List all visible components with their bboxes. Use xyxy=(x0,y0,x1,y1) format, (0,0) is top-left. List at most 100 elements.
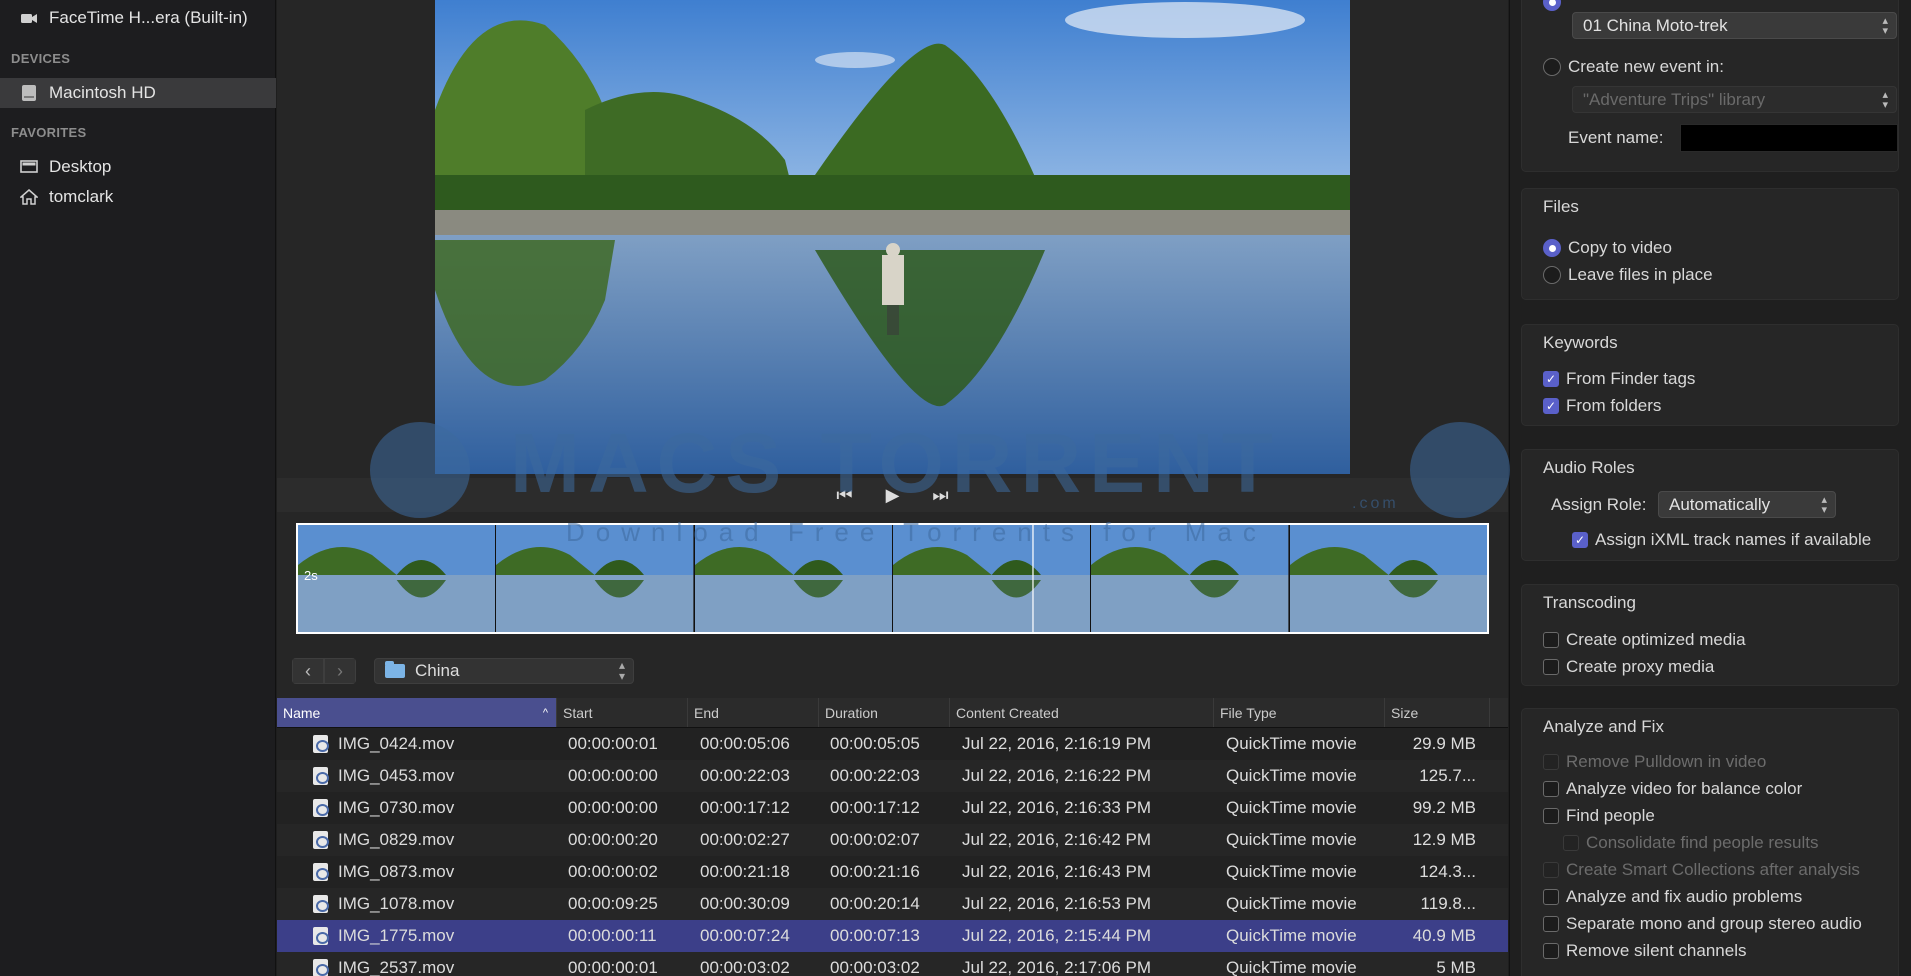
back-button[interactable]: ‹ xyxy=(292,658,324,684)
column-header-duration[interactable]: Duration xyxy=(819,698,950,727)
filmstrip-frame[interactable] xyxy=(1289,525,1487,632)
filmstrip-frame[interactable] xyxy=(694,525,893,632)
finder-tags-option[interactable]: ✓ From Finder tags xyxy=(1543,369,1695,389)
remove-pulldown-option: Remove Pulldown in video xyxy=(1543,752,1766,772)
transcoding-title: Transcoding xyxy=(1543,593,1636,612)
forward-button[interactable]: › xyxy=(324,658,356,684)
cell-duration: 00:00:07:13 xyxy=(830,926,920,945)
column-header-content-created[interactable]: Content Created xyxy=(950,698,1214,727)
folders-checkbox[interactable]: ✓ xyxy=(1543,398,1559,414)
column-header-name[interactable]: Name ^ xyxy=(277,698,557,727)
cell-duration: 00:00:03:02 xyxy=(830,958,920,976)
copy-to-video-option[interactable]: Copy to video xyxy=(1543,238,1672,258)
find-people-checkbox[interactable] xyxy=(1543,808,1559,824)
leave-files-radio[interactable] xyxy=(1543,266,1561,284)
camera-icon xyxy=(19,9,39,27)
filmstrip[interactable] xyxy=(296,523,1489,634)
proxy-media-checkbox[interactable] xyxy=(1543,659,1559,675)
sidebar-item-camera[interactable]: FaceTime H...era (Built-in) xyxy=(0,3,276,33)
filmstrip-frame[interactable] xyxy=(298,525,497,632)
table-row-selected[interactable]: IMG_1775.mov 00:00:00:11 00:00:07:24 00:… xyxy=(277,920,1508,952)
keywords-title: Keywords xyxy=(1543,333,1618,352)
filmstrip-frame[interactable] xyxy=(496,525,695,632)
event-name-field[interactable] xyxy=(1680,124,1898,152)
filmstrip-frame[interactable] xyxy=(1091,525,1290,632)
event-name-label: Event name: xyxy=(1568,128,1664,147)
find-people-option[interactable]: Find people xyxy=(1543,806,1655,826)
sidebar: FaceTime H...era (Built-in) DEVICES Maci… xyxy=(0,0,276,976)
table-row[interactable]: IMG_0424.mov 00:00:00:01 00:00:05:06 00:… xyxy=(277,728,1508,760)
transport-controls: ⏮ ▶ ⏭ xyxy=(277,478,1508,512)
silent-channels-checkbox[interactable] xyxy=(1543,943,1559,959)
balance-color-checkbox[interactable] xyxy=(1543,781,1559,797)
ixml-checkbox[interactable]: ✓ xyxy=(1572,532,1588,548)
balance-color-option[interactable]: Analyze video for balance color xyxy=(1543,779,1802,799)
copy-to-video-radio[interactable] xyxy=(1543,239,1561,257)
cell-end: 00:00:07:24 xyxy=(700,926,790,945)
ixml-option[interactable]: ✓ Assign iXML track names if available xyxy=(1572,530,1871,550)
file-name: IMG_0730.mov xyxy=(338,798,455,817)
remove-pulldown-checkbox xyxy=(1543,754,1559,770)
table-row[interactable]: IMG_0873.mov 00:00:00:02 00:00:21:18 00:… xyxy=(277,856,1508,888)
column-header-size[interactable]: Size xyxy=(1385,698,1490,727)
create-new-event-option[interactable]: Create new event in: xyxy=(1543,57,1724,77)
cell-type: QuickTime movie xyxy=(1226,894,1357,913)
filmstrip-scale-label: 2s xyxy=(304,568,318,583)
sidebar-item-label: Desktop xyxy=(49,157,112,176)
cell-duration: 00:00:20:14 xyxy=(830,894,920,913)
files-title: Files xyxy=(1543,197,1579,216)
column-header-end[interactable]: End xyxy=(688,698,819,727)
add-to-existing-radio[interactable] xyxy=(1543,0,1561,11)
proxy-media-option[interactable]: Create proxy media xyxy=(1543,657,1714,677)
column-header-start[interactable]: Start xyxy=(557,698,688,727)
assign-role-label: Assign Role: xyxy=(1551,495,1647,514)
nav-buttons: ‹ › xyxy=(292,658,356,684)
silent-channels-option[interactable]: Remove silent channels xyxy=(1543,941,1746,961)
existing-event-popup[interactable]: 01 China Moto-trek ▴ ▾ xyxy=(1572,12,1897,39)
table-row[interactable]: IMG_0453.mov 00:00:00:00 00:00:22:03 00:… xyxy=(277,760,1508,792)
chevron-updown-icon: ▴ ▾ xyxy=(1821,494,1827,516)
optimized-media-checkbox[interactable] xyxy=(1543,632,1559,648)
cell-end: 00:00:02:27 xyxy=(700,830,790,849)
table-row[interactable]: IMG_0730.mov 00:00:00:00 00:00:17:12 00:… xyxy=(277,792,1508,824)
sort-ascending-icon: ^ xyxy=(542,706,548,719)
cell-created: Jul 22, 2016, 2:17:06 PM xyxy=(962,958,1152,976)
table-row[interactable]: IMG_0829.mov 00:00:00:20 00:00:02:27 00:… xyxy=(277,824,1508,856)
optimized-media-option[interactable]: Create optimized media xyxy=(1543,630,1746,650)
cell-size: 124.3... xyxy=(1419,862,1476,881)
home-icon xyxy=(19,188,39,206)
cell-duration: 00:00:02:07 xyxy=(830,830,920,849)
separate-mono-option[interactable]: Separate mono and group stereo audio xyxy=(1543,914,1862,934)
sidebar-item-home[interactable]: tomclark xyxy=(0,182,276,212)
sidebar-item-macintosh-hd[interactable]: Macintosh HD xyxy=(0,78,276,108)
hard-drive-icon xyxy=(19,84,39,102)
folders-option[interactable]: ✓ From folders xyxy=(1543,396,1661,416)
play-icon[interactable]: ▶ xyxy=(881,485,905,506)
browser-toolbar: ‹ › China ▴ ▾ xyxy=(277,650,1508,692)
movie-file-icon xyxy=(313,831,329,849)
chevron-updown-icon: ▴ ▾ xyxy=(1882,89,1888,111)
sidebar-item-desktop[interactable]: Desktop xyxy=(0,152,276,182)
assign-role-popup[interactable]: Automatically ▴ ▾ xyxy=(1658,491,1836,518)
finder-tags-checkbox[interactable]: ✓ xyxy=(1543,371,1559,387)
column-header-file-type[interactable]: File Type xyxy=(1214,698,1385,727)
audio-problems-option[interactable]: Analyze and fix audio problems xyxy=(1543,887,1802,907)
analyze-fix-group: Analyze and Fix Remove Pulldown in video… xyxy=(1521,708,1899,976)
leave-files-option[interactable]: Leave files in place xyxy=(1543,265,1713,285)
filmstrip-frame[interactable] xyxy=(892,525,1092,632)
next-icon[interactable]: ⏭ xyxy=(929,485,953,506)
table-row[interactable]: IMG_1078.mov 00:00:09:25 00:00:30:09 00:… xyxy=(277,888,1508,920)
cell-type: QuickTime movie xyxy=(1226,862,1357,881)
previous-icon[interactable]: ⏮ xyxy=(833,485,857,506)
folder-popup[interactable]: China ▴ ▾ xyxy=(374,658,634,684)
movie-file-icon xyxy=(313,927,329,945)
table-row[interactable]: IMG_2537.mov 00:00:00:01 00:00:03:02 00:… xyxy=(277,952,1508,976)
file-name: IMG_0453.mov xyxy=(338,766,455,785)
file-name: IMG_0424.mov xyxy=(338,734,455,753)
chevron-updown-icon: ▴ ▾ xyxy=(1882,15,1888,37)
folder-popup-label: China xyxy=(415,661,460,680)
create-new-event-radio[interactable] xyxy=(1543,58,1561,76)
audio-problems-checkbox[interactable] xyxy=(1543,889,1559,905)
video-preview[interactable] xyxy=(435,0,1350,474)
separate-mono-checkbox[interactable] xyxy=(1543,916,1559,932)
